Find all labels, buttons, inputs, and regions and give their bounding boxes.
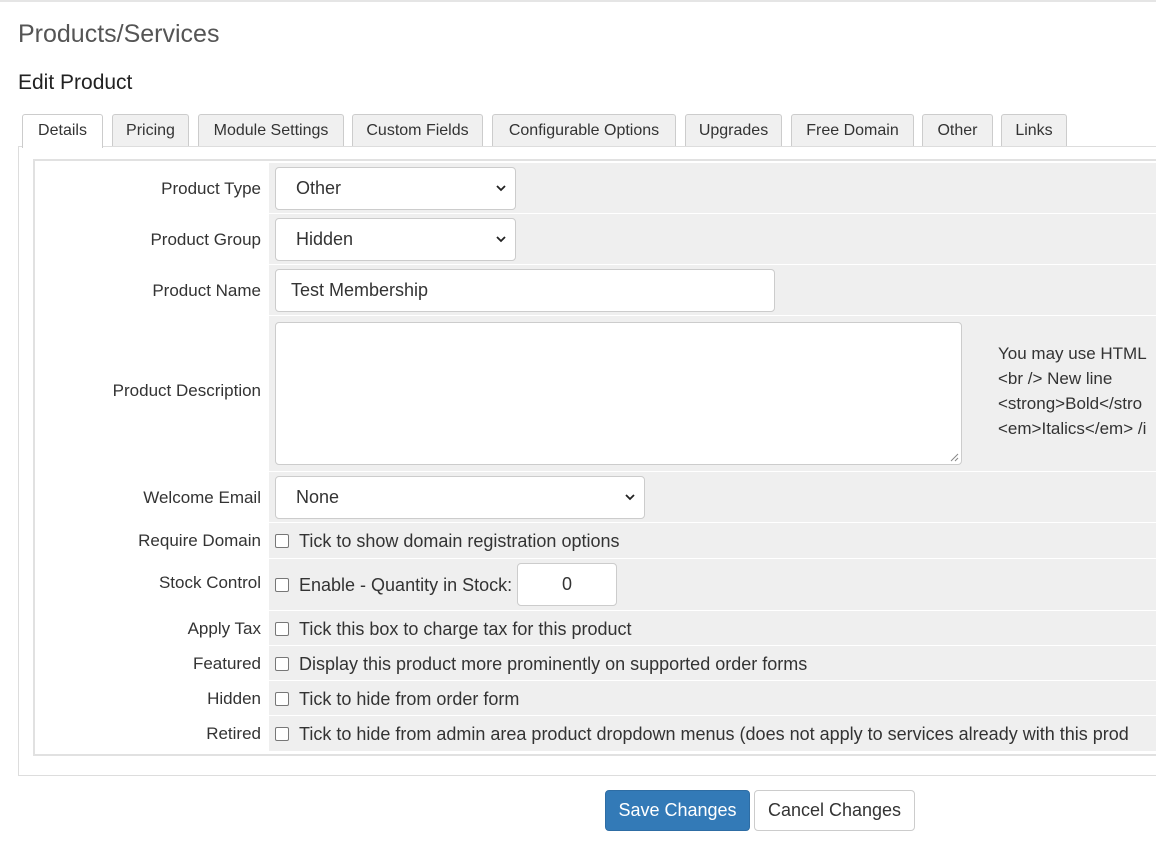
require-domain-text: Tick to show domain registration options — [299, 531, 620, 551]
welcome-email-row: Welcome Email None — [35, 472, 1156, 522]
tab-configurable-options[interactable]: Configurable Options — [492, 114, 676, 147]
tab-module-settings[interactable]: Module Settings — [198, 114, 344, 147]
welcome-email-value: None — [296, 487, 340, 507]
stock-control-text: Enable - Quantity in Stock: — [299, 575, 513, 595]
product-description-textarea[interactable] — [275, 322, 962, 465]
hint-line: You may use HTML — [998, 344, 1147, 363]
apply-tax-label: Apply Tax — [187, 619, 261, 638]
featured-text: Display this product more prominently on… — [299, 654, 808, 674]
product-type-row: Product Type Other — [35, 163, 1156, 213]
hidden-text: Tick to hide from order form — [299, 689, 520, 709]
tab-other[interactable]: Other — [922, 114, 993, 147]
product-name-label: Product Name — [152, 281, 261, 300]
welcome-email-cell: None — [269, 472, 1156, 522]
chevron-down-icon — [496, 185, 506, 192]
stock-control-row: Stock Control Enable - Quantity in Stock… — [35, 559, 1156, 610]
welcome-email-select[interactable]: None — [275, 476, 645, 519]
featured-checkbox[interactable] — [275, 657, 289, 671]
apply-tax-text: Tick this box to charge tax for this pro… — [299, 619, 632, 639]
retired-row: Retired Tick to hide from admin area pro… — [35, 716, 1156, 751]
welcome-email-label: Welcome Email — [143, 488, 261, 507]
product-group-cell: Hidden — [269, 214, 1156, 264]
product-type-select[interactable]: Other — [275, 167, 516, 210]
stock-control-label: Stock Control — [158, 573, 261, 592]
tab-pricing[interactable]: Pricing — [112, 114, 189, 147]
featured-label: Featured — [192, 654, 261, 673]
require-domain-checkbox[interactable] — [275, 534, 289, 548]
product-description-cell: You may use HTML <br /> New line <strong… — [269, 316, 1156, 471]
stock-control-cell: Enable - Quantity in Stock: 0 — [269, 559, 1156, 610]
featured-cell: Display this product more prominently on… — [269, 646, 1156, 680]
product-group-value: Hidden — [296, 229, 354, 249]
product-type-label: Product Type — [161, 179, 261, 198]
tab-content-panel: Product Type Other Product Group Hidden … — [18, 146, 1156, 776]
product-name-input[interactable]: Test Membership — [275, 269, 775, 312]
hidden-label: Hidden — [207, 689, 261, 708]
product-group-row: Product Group Hidden — [35, 214, 1156, 264]
product-group-label: Product Group — [150, 230, 261, 249]
product-details-form: Product Type Other Product Group Hidden … — [33, 159, 1156, 756]
product-type-cell: Other — [269, 163, 1156, 213]
page-title: Products/Services — [18, 20, 220, 48]
stock-control-checkbox[interactable] — [275, 578, 289, 592]
hidden-checkbox[interactable] — [275, 692, 289, 706]
require-domain-row: Require Domain Tick to show domain regis… — [35, 523, 1156, 558]
product-description-label: Product Description — [112, 381, 261, 400]
apply-tax-cell: Tick this box to charge tax for this pro… — [269, 611, 1156, 645]
section-title: Edit Product — [18, 71, 133, 94]
html-usage-hint: You may use HTML <br /> New line <strong… — [998, 341, 1147, 441]
retired-checkbox[interactable] — [275, 727, 289, 741]
require-domain-cell: Tick to show domain registration options — [269, 523, 1156, 558]
tab-free-domain[interactable]: Free Domain — [791, 114, 914, 147]
product-description-row: Product Description You may use HTML <br… — [35, 316, 1156, 471]
product-name-cell: Test Membership — [269, 265, 1156, 315]
stock-quantity-input[interactable]: 0 — [517, 563, 617, 606]
hint-line: <em>Italics</em> /i — [998, 419, 1147, 438]
chevron-down-icon — [496, 236, 506, 243]
cancel-changes-button[interactable]: Cancel Changes — [754, 790, 915, 831]
retired-cell: Tick to hide from admin area product dro… — [269, 716, 1156, 751]
require-domain-label: Require Domain — [138, 531, 261, 550]
tab-upgrades[interactable]: Upgrades — [685, 114, 782, 147]
save-changes-button[interactable]: Save Changes — [605, 790, 750, 831]
product-name-row: Product Name Test Membership — [35, 265, 1156, 315]
tab-custom-fields[interactable]: Custom Fields — [352, 114, 483, 147]
product-group-select[interactable]: Hidden — [275, 218, 516, 261]
product-type-value: Other — [296, 178, 342, 198]
hidden-cell: Tick to hide from order form — [269, 681, 1156, 715]
tab-links[interactable]: Links — [1001, 114, 1067, 147]
hint-line: <strong>Bold</stro — [998, 394, 1143, 413]
top-border — [0, 0, 1156, 2]
featured-row: Featured Display this product more promi… — [35, 646, 1156, 680]
hint-line: <br /> New line — [998, 369, 1113, 388]
retired-text: Tick to hide from admin area product dro… — [299, 724, 1129, 744]
resize-handle-icon[interactable] — [949, 452, 959, 462]
apply-tax-row: Apply Tax Tick this box to charge tax fo… — [35, 611, 1156, 645]
apply-tax-checkbox[interactable] — [275, 622, 289, 636]
chevron-down-icon — [625, 494, 635, 501]
hidden-row: Hidden Tick to hide from order form — [35, 681, 1156, 715]
tab-details[interactable]: Details — [22, 114, 103, 148]
retired-label: Retired — [206, 724, 261, 743]
